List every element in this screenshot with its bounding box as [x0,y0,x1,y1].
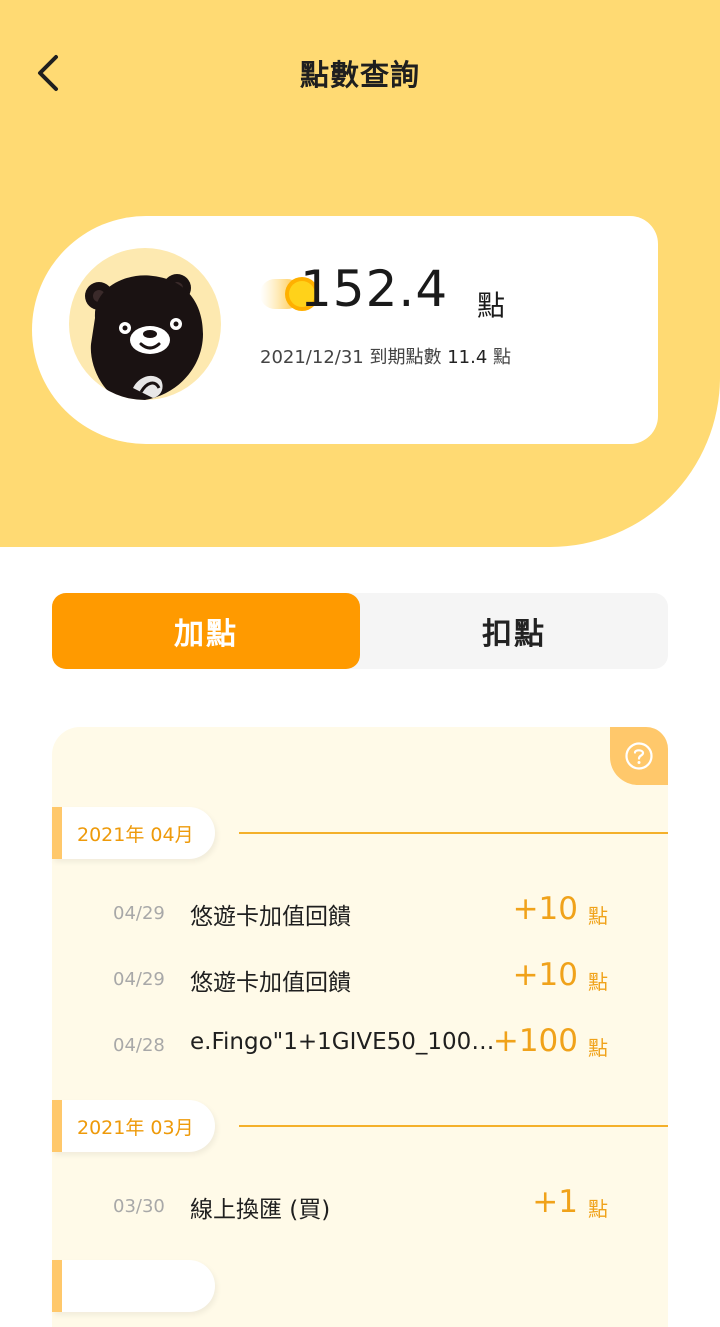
item-amount: +1 [532,1184,578,1220]
item-date: 04/28 [113,1035,165,1056]
question-circle-icon [625,742,653,770]
expiry-points: 11.4 [447,347,488,368]
item-amount: +100 [492,1023,578,1059]
expiry-info: 2021/12/31 到期點數 11.4 點 [260,343,511,369]
item-description: 線上換匯 (買) [190,1197,331,1223]
list-item[interactable]: 04/29 悠遊卡加值回饋 +10 點 [52,957,608,1001]
points-summary-card: 2021/12/31 到期點數 11.4 點 [32,216,658,444]
item-description: e.Fingo"1+1GIVE50_100"... [190,1029,495,1055]
item-description: 悠遊卡加值回饋 [190,970,351,996]
divider [239,832,668,834]
item-description: 悠遊卡加值回饋 [190,904,351,930]
list-item[interactable]: 03/30 線上換匯 (買) +1 點 [52,1184,608,1228]
divider [239,1125,668,1127]
points-unit: 點 [477,289,506,322]
month-label: 2021年 03月 [77,1116,194,1139]
tab-deduct-points[interactable]: 扣點 [360,593,668,669]
item-unit: 點 [588,1036,608,1060]
page-title: 點數查詢 [299,58,420,92]
list-item[interactable]: 04/28 e.Fingo"1+1GIVE50_100"... +100 點 [52,1023,608,1067]
bear-mascot-icon [69,248,221,400]
tab-add-points[interactable]: 加點 [52,593,360,669]
month-header: 2021年 03月 [52,1100,215,1152]
item-amount: +10 [512,957,578,993]
item-date: 04/29 [113,969,165,990]
item-date: 04/29 [113,903,165,924]
help-button[interactable] [610,727,668,785]
item-date: 03/30 [113,1196,165,1217]
list-item[interactable]: 04/29 悠遊卡加值回饋 +10 點 [52,891,608,935]
month-header: 2021年 04月 [52,807,215,859]
item-unit: 點 [588,1197,608,1221]
expiry-label: 到期點數 [369,347,442,368]
month-label: 2021年 04月 [77,823,194,846]
item-amount: +10 [512,891,578,927]
expiry-date: 2021/12/31 [260,347,364,368]
expiry-unit: 點 [493,347,512,368]
item-unit: 點 [588,970,608,994]
points-value: 152.4 [300,260,449,318]
item-unit: 點 [588,904,608,928]
month-header [52,1260,215,1312]
points-tabs: 加點 扣點 [52,593,668,669]
points-history-panel: 2021年 04月 04/29 悠遊卡加值回饋 +10 點 04/29 悠遊卡加… [52,727,668,1327]
